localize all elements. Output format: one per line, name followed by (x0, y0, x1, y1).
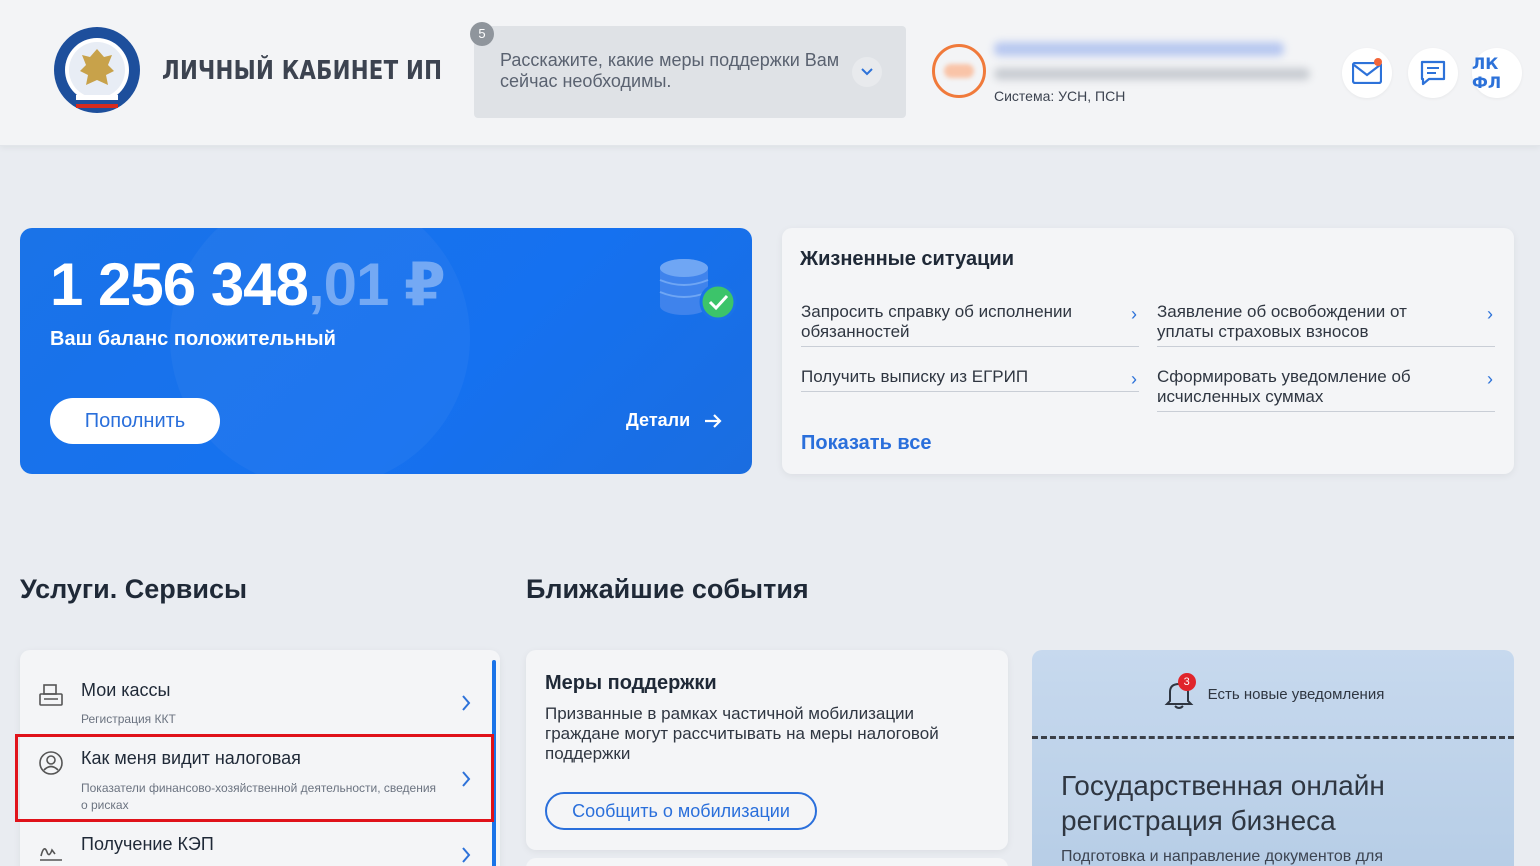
mail-unread-dot (1374, 58, 1382, 66)
chevron-right-icon (462, 847, 471, 863)
balance-amount: 1 256 348,01 ₽ (50, 250, 446, 320)
notification-count: 3 (1177, 673, 1196, 691)
services-title: Услуги. Сервисы (20, 574, 248, 604)
tax-system-label: Система: УСН, ПСН (994, 88, 1126, 104)
cash-register-icon (39, 684, 63, 706)
user-name-blurred (994, 42, 1284, 56)
event-title: Меры поддержки (545, 672, 717, 694)
chat-button[interactable] (1408, 48, 1458, 98)
life-item-label: Сформировать уведомление об исчисленных … (1157, 367, 1411, 406)
show-all-link[interactable]: Показать все (801, 432, 931, 455)
service-title: Получение КЭП (81, 834, 214, 854)
chevron-right-icon: › (1487, 304, 1493, 324)
user-inn-blurred (994, 68, 1310, 80)
event-text: Призванные в рамках частичной мобилизаци… (545, 704, 939, 763)
top-header: ЛИЧНЫЙ КАБИНЕТ ИП Расскажите, какие меры… (0, 0, 1540, 146)
chevron-right-icon: › (1131, 304, 1137, 324)
topup-button[interactable]: Пополнить (50, 398, 220, 444)
balance-amount-cents: ,01 ₽ (307, 251, 446, 318)
mail-button[interactable] (1342, 48, 1392, 98)
promo-card[interactable]: 3 Есть новые уведомления Государственная… (1032, 650, 1514, 866)
cabinet-title: ЛИЧНЫЙ КАБИНЕТ ИП (162, 56, 443, 86)
service-item-tax-view[interactable]: Как меня видит налоговая Показатели фина… (20, 738, 500, 818)
life-item-label: Заявление об освобождении от уплаты стра… (1157, 302, 1407, 341)
chevron-right-icon: › (1131, 369, 1137, 389)
service-subtitle: Показатели финансово-хозяйственной деяте… (81, 781, 437, 812)
chevron-right-icon (462, 771, 471, 787)
services-scrollbar[interactable] (492, 660, 496, 866)
service-item-kep[interactable]: Получение КЭП (20, 824, 500, 866)
fns-emblem-icon[interactable] (52, 25, 142, 115)
life-situations-title: Жизненные ситуации (800, 248, 1015, 270)
services-list: Мои кассы Регистрация ККТ Как меня видит… (20, 650, 500, 866)
details-link[interactable]: Детали (626, 410, 722, 431)
life-situations-card: Жизненные ситуации Запросить справку об … (782, 228, 1514, 474)
service-title: Как меня видит налоговая (81, 748, 301, 768)
life-item[interactable]: Сформировать уведомление об исчисленных … (1157, 367, 1495, 412)
balance-card: 1 256 348,01 ₽ Ваш баланс положительный … (20, 228, 752, 474)
user-search-icon (39, 751, 63, 775)
details-label: Детали (626, 410, 691, 430)
coins-check-icon (659, 259, 737, 321)
chat-icon (1420, 60, 1446, 86)
event-card-support: Меры поддержки Призванные в рамках части… (526, 650, 1008, 850)
life-item[interactable]: Запросить справку об исполнении обязанно… (801, 302, 1139, 347)
life-item[interactable]: Получить выписку из ЕГРИП › (801, 367, 1139, 392)
life-item[interactable]: Заявление об освобождении от уплаты стра… (1157, 302, 1495, 347)
events-title: Ближайшие события (526, 574, 809, 604)
bell-icon: 3 (1162, 673, 1196, 711)
service-subtitle: Регистрация ККТ (81, 712, 176, 726)
notification-text: Есть новые уведомления (1207, 685, 1385, 703)
balance-amount-main: 1 256 348 (50, 251, 309, 318)
event-card-next (526, 858, 1008, 866)
signature-icon (40, 848, 62, 861)
survey-badge: 5 (470, 22, 494, 46)
arrow-right-icon (705, 413, 722, 428)
avatar[interactable] (932, 44, 986, 98)
survey-dropdown[interactable]: Расскажите, какие меры поддержки Вам сей… (474, 26, 906, 118)
balance-status: Ваш баланс положительный (50, 328, 336, 350)
lk-fl-button[interactable]: ЛК ФЛ (1472, 48, 1522, 98)
divider (1032, 736, 1514, 739)
life-item-label: Запросить справку об исполнении обязанно… (801, 302, 1073, 341)
life-item-label: Получить выписку из ЕГРИП (801, 367, 1029, 386)
chevron-right-icon (462, 695, 471, 711)
service-title: Мои кассы (81, 680, 171, 700)
survey-text: Расскажите, какие меры поддержки Вам сей… (500, 50, 840, 91)
promo-subtitle: Подготовка и направление документов для (1061, 848, 1384, 865)
chevron-down-icon[interactable] (852, 57, 882, 87)
promo-title: Государственная онлайн регистрация бизне… (1061, 770, 1385, 836)
notifications-row[interactable]: 3 Есть новые уведомления (1032, 673, 1514, 712)
chevron-right-icon: › (1487, 369, 1493, 389)
report-mobilization-button[interactable]: Сообщить о мобилизации (545, 792, 817, 830)
